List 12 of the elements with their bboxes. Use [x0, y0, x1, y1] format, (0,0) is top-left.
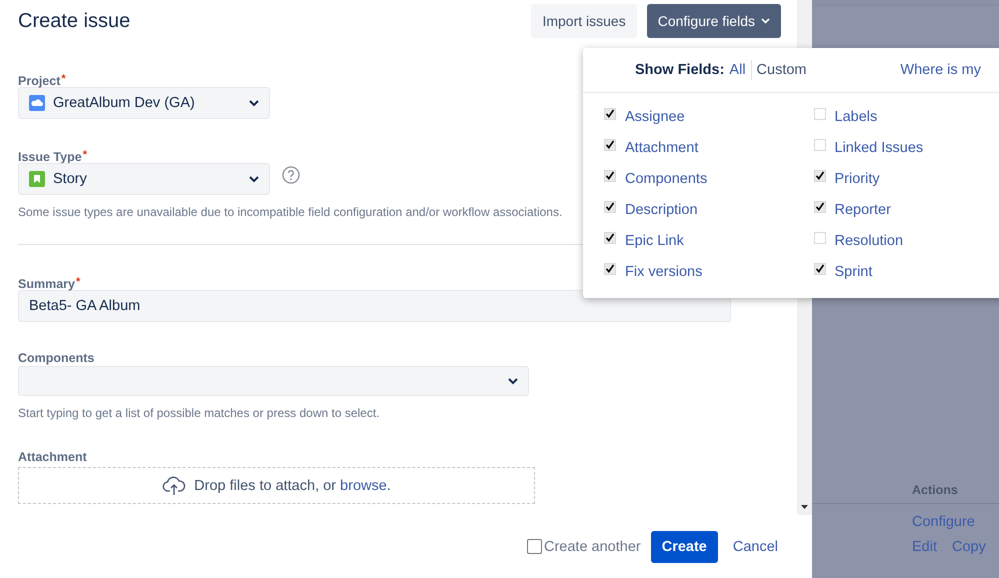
field-label: Components: [18, 350, 94, 366]
create-another-label: Create another: [544, 538, 641, 554]
actions-heading: Actions: [812, 483, 999, 504]
drop-text: Drop files to attach, or browse.: [194, 478, 391, 494]
field-label: Project$^{*}$: [18, 72, 66, 87]
show-fields-label: Show Fields:: [635, 62, 724, 78]
field-label: Attachment: [18, 449, 87, 465]
field-label: Summary$^{*}$: [18, 275, 80, 290]
help-text: Some issue types are unavailable due to incompatible field configuration and/or workflow associations.: [18, 205, 562, 219]
field-label: Issue Type$^{*}$: [18, 148, 87, 163]
dialog-title: Create issue: [18, 9, 130, 33]
help-text: Start typing to get a list of possible matches or press down to select.: [18, 406, 380, 420]
